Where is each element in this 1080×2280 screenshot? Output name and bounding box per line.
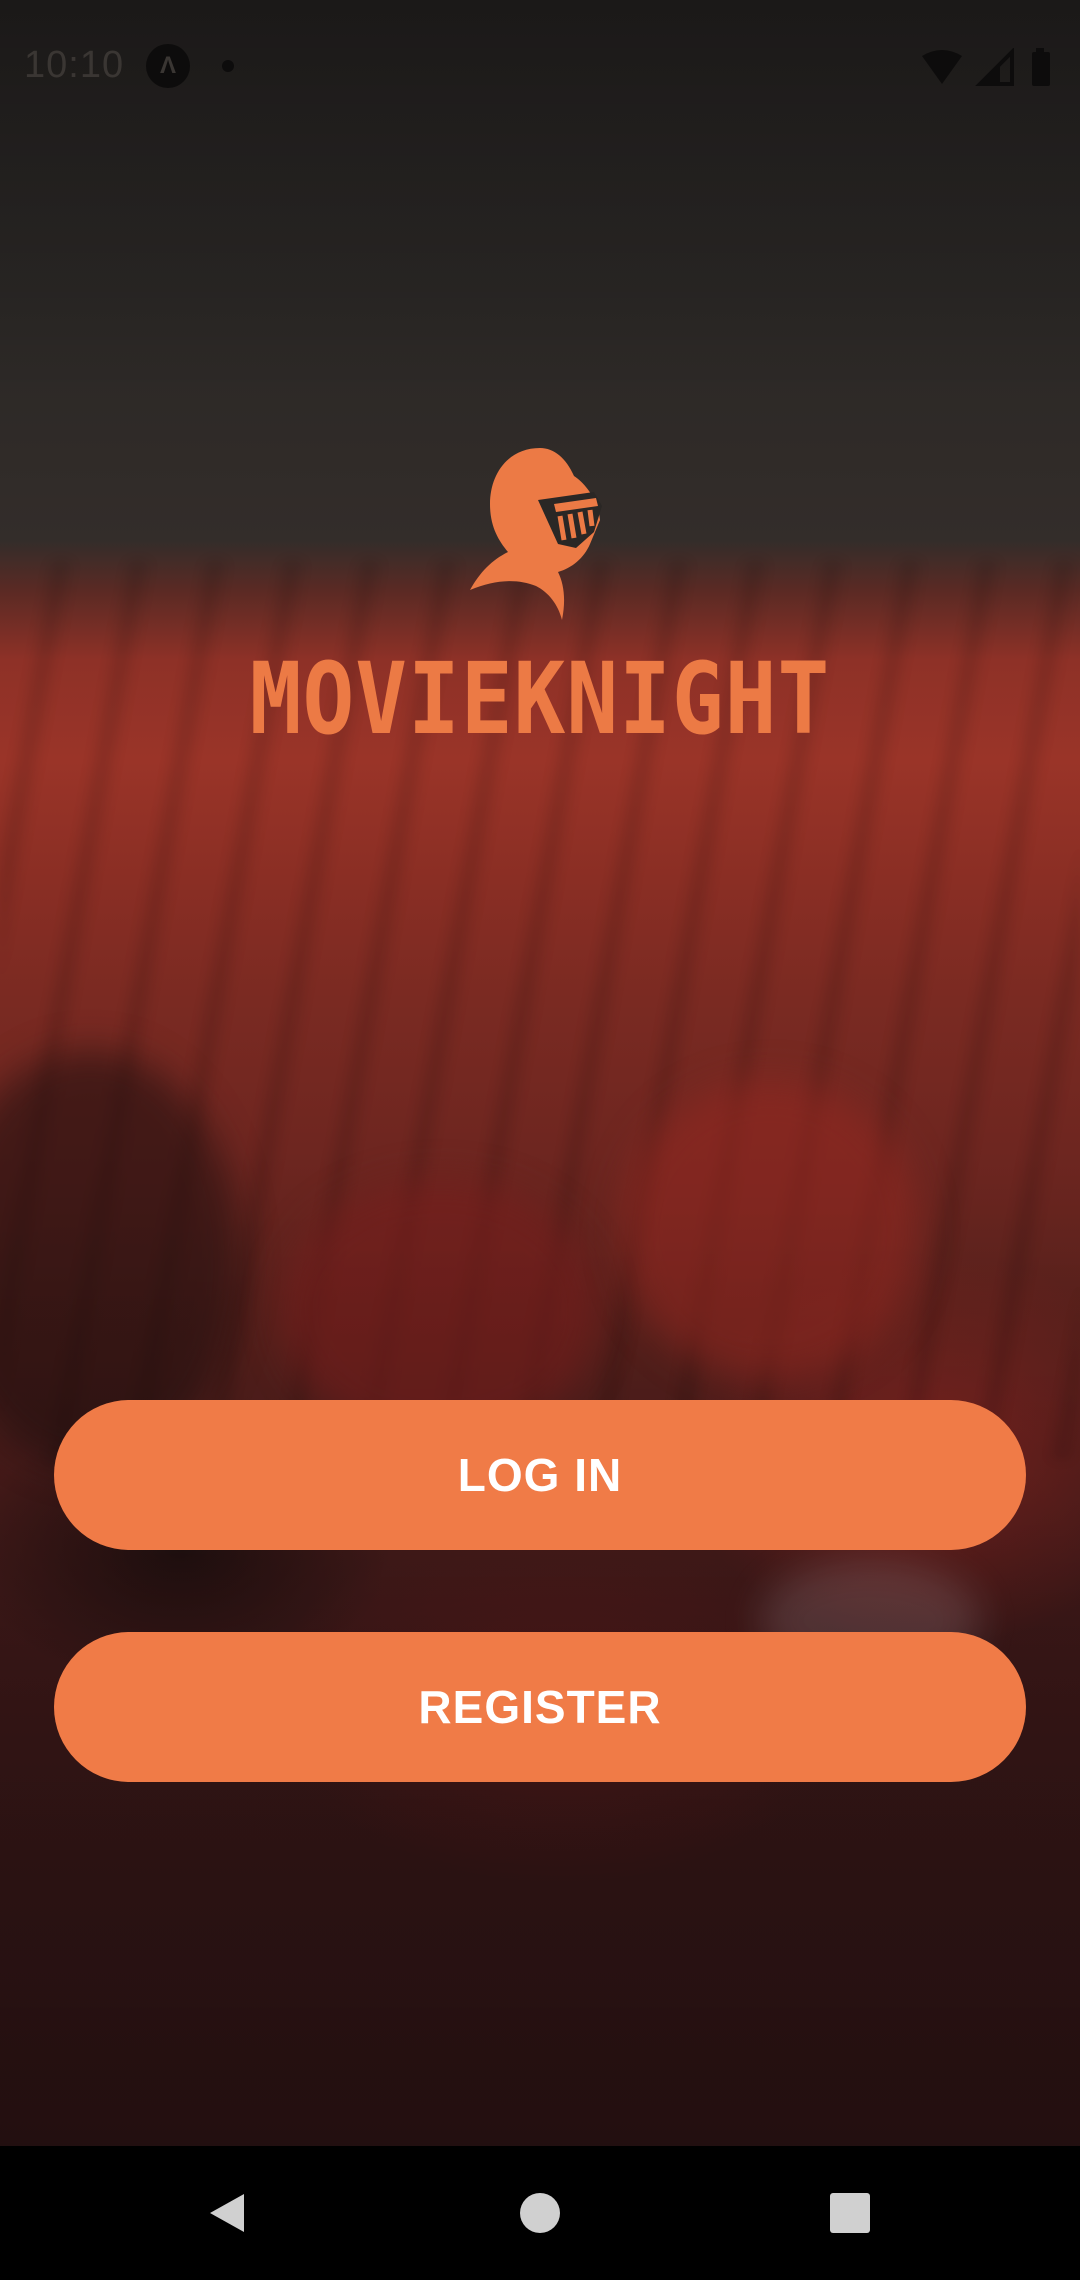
- app-logo: MOVIEKNIGHT: [240, 430, 840, 757]
- wifi-icon: [922, 50, 962, 84]
- system-nav-bar: [0, 2146, 1080, 2280]
- login-button[interactable]: LOG IN: [54, 1400, 1026, 1550]
- knight-helmet-icon: [470, 448, 602, 620]
- dot-icon: [222, 60, 234, 72]
- recents-button[interactable]: [750, 2146, 950, 2280]
- signal-icon: [975, 48, 1014, 86]
- recents-icon: [830, 2193, 870, 2233]
- home-icon: [520, 2193, 560, 2233]
- app-name: MOVIEKNIGHT: [249, 642, 831, 757]
- expo-icon: Λ: [146, 44, 190, 88]
- battery-icon: [1032, 48, 1050, 86]
- status-bar: 10:10 Λ: [0, 0, 1080, 136]
- cinema-seats-background: [0, 0, 1080, 2146]
- status-icons: [922, 48, 1050, 86]
- home-button[interactable]: [440, 2146, 640, 2280]
- status-time: 10:10: [24, 44, 125, 86]
- back-icon: [210, 2194, 244, 2232]
- back-button[interactable]: [126, 2146, 326, 2280]
- welcome-screen: 10:10 Λ MOVIEKNIGHT LOG IN REGISTER: [0, 0, 1080, 2280]
- register-button[interactable]: REGISTER: [54, 1632, 1026, 1782]
